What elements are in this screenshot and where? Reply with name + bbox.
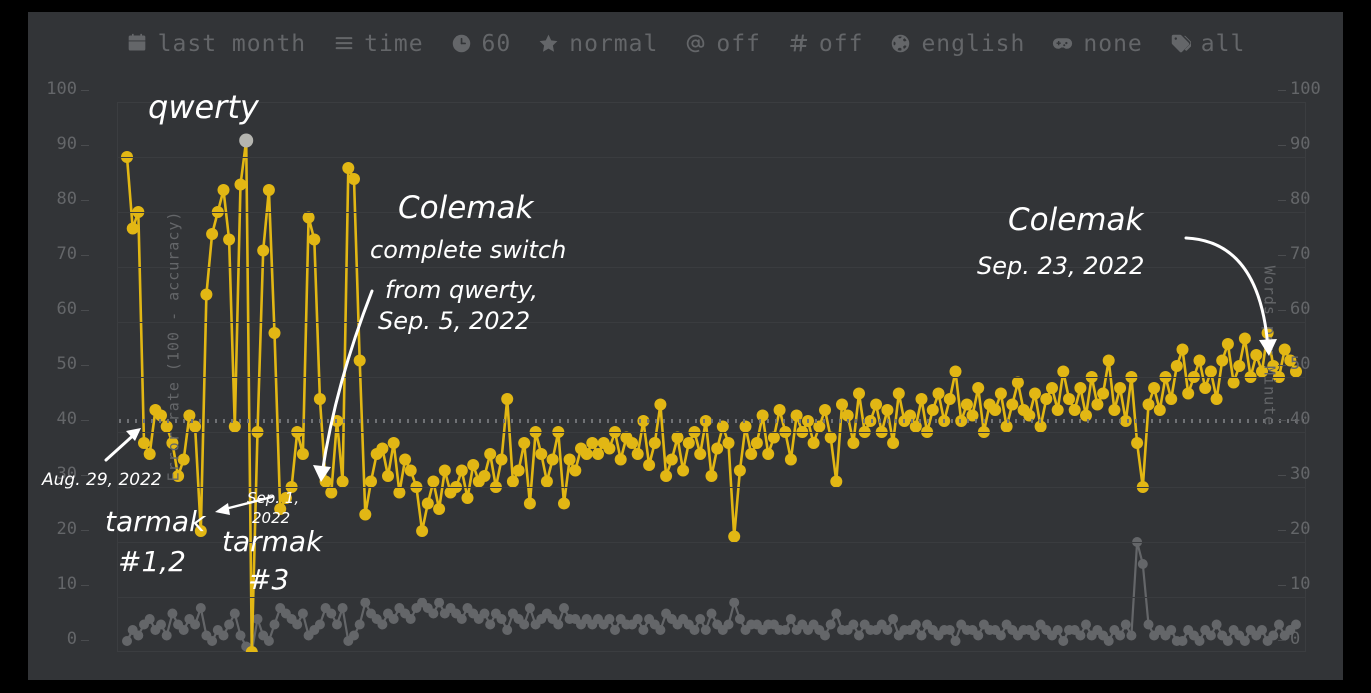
- right-axis-tick-label: 10: [1290, 574, 1311, 594]
- toolbar-item-none[interactable]: none: [1051, 32, 1142, 55]
- chart-panel: last month time 60 normal off off english none a…: [28, 12, 1343, 680]
- star-icon: [537, 32, 560, 55]
- gridline: [117, 322, 1306, 323]
- clock-icon: [450, 32, 473, 55]
- left-axis-tick-label: 0: [66, 629, 77, 649]
- axis-tick-mark: [81, 585, 89, 586]
- filter-toolbar: last month time 60 normal off off english none a…: [28, 12, 1343, 74]
- axis-tick-mark: [81, 90, 89, 91]
- highlighted-point-marker: [239, 133, 254, 148]
- axis-tick-mark: [1278, 530, 1286, 531]
- series-error-rate: [122, 537, 1301, 652]
- toolbar-item-last-month[interactable]: last month: [126, 32, 306, 55]
- left-axis-tick-label: 70: [56, 244, 77, 264]
- axis-tick-mark: [1278, 200, 1286, 201]
- tag-icon: [1169, 32, 1192, 55]
- axis-tick-mark: [81, 530, 89, 531]
- right-axis-tick-label: 80: [1290, 189, 1311, 209]
- toolbar-item-label: none: [1083, 30, 1143, 57]
- toolbar-item-english[interactable]: english: [889, 32, 1025, 55]
- right-axis-title: Words per Minute: [1259, 265, 1278, 427]
- gridline: [117, 267, 1306, 268]
- right-axis-tick-label: 20: [1290, 519, 1311, 539]
- toolbar-item-label: last month: [157, 30, 307, 57]
- gridline: [117, 487, 1306, 488]
- axis-tick-mark: [81, 255, 89, 256]
- right-axis-tick-label: 40: [1290, 409, 1311, 429]
- axis-tick-mark: [1278, 90, 1286, 91]
- gridline: [117, 432, 1306, 433]
- left-axis-tick-label: 20: [56, 519, 77, 539]
- toolbar-item-60[interactable]: 60: [450, 32, 512, 55]
- axis-tick-mark: [1278, 420, 1286, 421]
- toolbar-item-label: english: [921, 30, 1026, 57]
- calendar-icon: [126, 32, 149, 55]
- toolbar-item-normal[interactable]: normal: [537, 32, 658, 55]
- toolbar-item-label: time: [364, 30, 424, 57]
- axis-tick-mark: [81, 420, 89, 421]
- globe-icon: [889, 32, 912, 55]
- toolbar-item-all[interactable]: all: [1169, 32, 1246, 55]
- right-axis-tick-label: 70: [1290, 244, 1311, 264]
- axis-tick-mark: [81, 640, 89, 641]
- right-axis-tick-label: 30: [1290, 464, 1311, 484]
- toolbar-item-label: normal: [569, 30, 659, 57]
- axis-tick-mark: [1278, 255, 1286, 256]
- toolbar-item-label: all: [1200, 30, 1246, 57]
- monkeytype-account-chart-screenshot: last month time 60 normal off off english none a…: [0, 0, 1371, 693]
- axis-tick-mark: [1278, 310, 1286, 311]
- left-axis-tick-label: 90: [56, 134, 77, 154]
- right-axis-tick-label: 60: [1290, 299, 1311, 319]
- axis-tick-mark: [1278, 145, 1286, 146]
- axis-tick-mark: [1278, 640, 1286, 641]
- bars-icon: [332, 32, 355, 55]
- toolbar-item-time[interactable]: time: [332, 32, 423, 55]
- left-axis-tick-label: 40: [56, 409, 77, 429]
- toolbar-item-label: off: [716, 30, 761, 57]
- right-axis-tick-label: 90: [1290, 134, 1311, 154]
- gridline: [117, 597, 1306, 598]
- left-axis-tick-label: 100: [46, 79, 77, 99]
- plot-area: [117, 102, 1306, 652]
- gridline: [117, 212, 1306, 213]
- axis-tick-mark: [81, 145, 89, 146]
- toolbar-item-label: 60: [481, 30, 512, 57]
- hash-icon: [787, 32, 810, 55]
- left-axis-tick-label: 80: [56, 189, 77, 209]
- axis-tick-mark: [1278, 585, 1286, 586]
- toolbar-item-off[interactable]: off: [684, 32, 761, 55]
- left-axis-tick-label: 60: [56, 299, 77, 319]
- left-axis-tick-label: 10: [56, 574, 77, 594]
- axis-tick-mark: [1278, 475, 1286, 476]
- left-axis-title: Error rate (100 - accuracy): [164, 210, 183, 482]
- at-icon: [684, 32, 707, 55]
- axis-tick-mark: [81, 475, 89, 476]
- gridline: [117, 377, 1306, 378]
- gridline: [117, 157, 1306, 158]
- gridline: [117, 542, 1306, 543]
- axis-tick-mark: [81, 310, 89, 311]
- gamepad-icon: [1051, 32, 1074, 55]
- left-axis-tick-label: 50: [56, 354, 77, 374]
- left-axis-tick-label: 30: [56, 464, 77, 484]
- right-axis-tick-label: 100: [1290, 79, 1321, 99]
- right-axis-tick-label: 50: [1290, 354, 1311, 374]
- toolbar-item-off[interactable]: off: [787, 32, 864, 55]
- axis-tick-mark: [81, 365, 89, 366]
- toolbar-item-label: off: [818, 30, 864, 57]
- axis-tick-mark: [1278, 365, 1286, 366]
- right-axis-tick-label: 0: [1290, 629, 1301, 649]
- axis-tick-mark: [81, 200, 89, 201]
